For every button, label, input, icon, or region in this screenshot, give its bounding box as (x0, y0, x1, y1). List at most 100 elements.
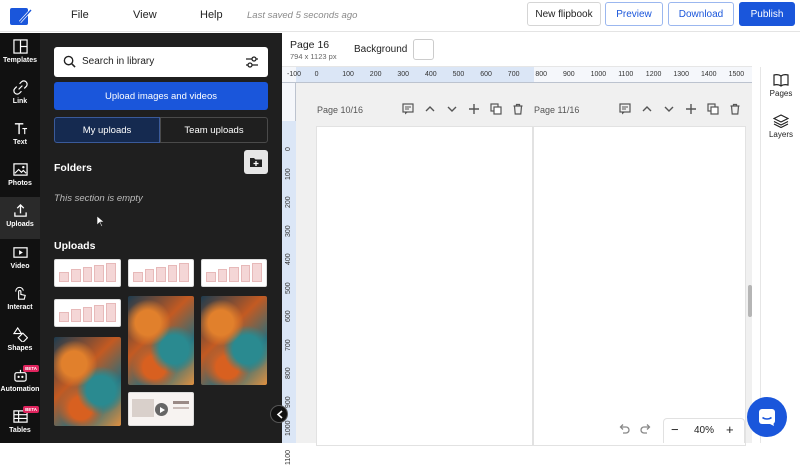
chat-button[interactable] (747, 397, 787, 437)
editor-canvas[interactable]: Page 10/16 Page 11/16 (296, 83, 752, 446)
menu-file[interactable]: File (71, 9, 89, 21)
add-page-button[interactable] (468, 102, 482, 116)
delete-page-button[interactable] (729, 102, 743, 116)
page-sheet-right[interactable] (533, 126, 746, 446)
rail-label: Link (12, 98, 28, 105)
beta-badge: BETA (23, 365, 39, 372)
chevron-left-icon (276, 409, 283, 419)
upload-video-thumbnail[interactable] (128, 392, 194, 426)
folders-empty-text: This section is empty (54, 193, 143, 204)
redo-icon[interactable] (640, 422, 652, 434)
rail-shapes[interactable]: Shapes (0, 321, 40, 361)
book-icon (773, 74, 789, 87)
rail-uploads[interactable]: Uploads (0, 197, 40, 239)
layers-icon (773, 114, 789, 128)
ruler-highlight (296, 67, 534, 82)
ruler-tick-label: 900 (285, 395, 292, 408)
ruler-tick-label: 700 (285, 338, 292, 351)
canvas-scrollbar[interactable] (748, 285, 752, 317)
new-folder-button[interactable] (244, 150, 268, 174)
background-color-swatch[interactable] (413, 39, 434, 60)
zoom-control: − 40% + (663, 418, 745, 443)
comment-button[interactable] (619, 102, 633, 116)
duplicate-page-button[interactable] (490, 102, 504, 116)
background-label: Background (354, 44, 408, 55)
tab-team-uploads[interactable]: Team uploads (160, 117, 268, 143)
ruler-tick-label: 1000 (590, 71, 607, 78)
rail-video[interactable]: Video (0, 239, 40, 279)
app-logo-icon[interactable] (10, 6, 32, 26)
plus-icon (469, 104, 479, 114)
comment-icon (402, 103, 414, 115)
pages-panel-button[interactable]: Pages (761, 73, 800, 98)
filter-icon[interactable] (245, 56, 259, 68)
rail-interact[interactable]: Interact (0, 280, 40, 320)
zoom-in-button[interactable]: + (726, 422, 734, 437)
folder-plus-icon (250, 158, 262, 167)
move-down-button[interactable] (663, 102, 677, 116)
page-toolbar: Page 16 794 x 1123 px Background (282, 33, 752, 67)
upload-media-button[interactable]: Upload images and videos (54, 82, 268, 110)
duplicate-icon (490, 103, 502, 115)
delete-page-button[interactable] (512, 102, 526, 116)
uploads-heading: Uploads (54, 240, 96, 252)
menu-view[interactable]: View (133, 9, 157, 21)
upload-thumbnail[interactable] (128, 259, 194, 287)
publish-button[interactable]: Publish (739, 2, 795, 26)
tool-rail: Templates Link Text Photos Uploads Video… (0, 33, 40, 443)
search-icon (63, 55, 76, 68)
library-search-input[interactable]: Search in library (54, 47, 268, 77)
tab-my-uploads[interactable]: My uploads (54, 117, 160, 143)
move-down-button[interactable] (446, 102, 460, 116)
zoom-out-button[interactable]: − (671, 422, 679, 437)
undo-icon[interactable] (618, 422, 630, 434)
rail-label: Text (13, 139, 27, 146)
page-sheet-left[interactable] (316, 126, 533, 446)
move-up-button[interactable] (424, 102, 438, 116)
layers-panel-button[interactable]: Layers (761, 114, 800, 139)
ruler-tick-label: 1500 (728, 71, 745, 78)
rail-templates[interactable]: Templates (0, 33, 40, 73)
ruler-tick-label: -100 (287, 71, 302, 78)
download-button[interactable]: Download (668, 2, 734, 26)
rail-text[interactable]: Text (0, 115, 40, 155)
pages-label: Pages (769, 89, 793, 98)
rail-label: Photos (8, 180, 32, 187)
link-icon (12, 80, 28, 95)
horizontal-ruler: -100 0 100 200 300 400 500 600 700 800 900 1000 1100… (282, 67, 752, 83)
menu-help[interactable]: Help (200, 9, 223, 21)
upload-thumbnail[interactable] (128, 296, 194, 385)
rail-automation[interactable]: BETA Automation (0, 362, 40, 402)
ruler-tick-label: 900 (563, 71, 575, 78)
right-rail: Pages Layers (760, 67, 800, 443)
collapse-panel-button[interactable] (270, 405, 288, 423)
rail-photos[interactable]: Photos (0, 156, 40, 196)
preview-button[interactable]: Preview (605, 2, 663, 26)
ruler-tick-label: 1100 (618, 71, 634, 78)
move-up-button[interactable] (641, 102, 655, 116)
rail-label: Uploads (6, 221, 34, 228)
rail-tables[interactable]: BETA Tables (0, 403, 40, 443)
upload-thumbnail[interactable] (201, 296, 267, 385)
rail-label: Templates (2, 57, 38, 64)
play-icon (155, 403, 168, 416)
zoom-level: 40% (694, 425, 715, 436)
photos-icon (12, 163, 28, 176)
upload-thumbnail[interactable] (54, 337, 121, 426)
layers-label: Layers (768, 130, 793, 139)
shapes-icon (12, 327, 28, 342)
comment-button[interactable] (402, 102, 416, 116)
beta-badge: BETA (23, 406, 39, 413)
upload-thumbnail[interactable] (54, 259, 121, 287)
ruler-tick-label: 600 (480, 71, 492, 78)
new-flipbook-button[interactable]: New flipbook (527, 2, 601, 26)
rail-label: Shapes (7, 345, 33, 352)
upload-thumbnail[interactable] (201, 259, 267, 287)
duplicate-page-button[interactable] (707, 102, 721, 116)
upload-thumbnail[interactable] (54, 299, 121, 327)
ruler-tick-label: 200 (285, 196, 292, 208)
add-page-button[interactable] (685, 102, 699, 116)
video-icon (12, 247, 28, 258)
rail-link[interactable]: Link (0, 74, 40, 114)
rail-label: Interact (7, 304, 33, 311)
